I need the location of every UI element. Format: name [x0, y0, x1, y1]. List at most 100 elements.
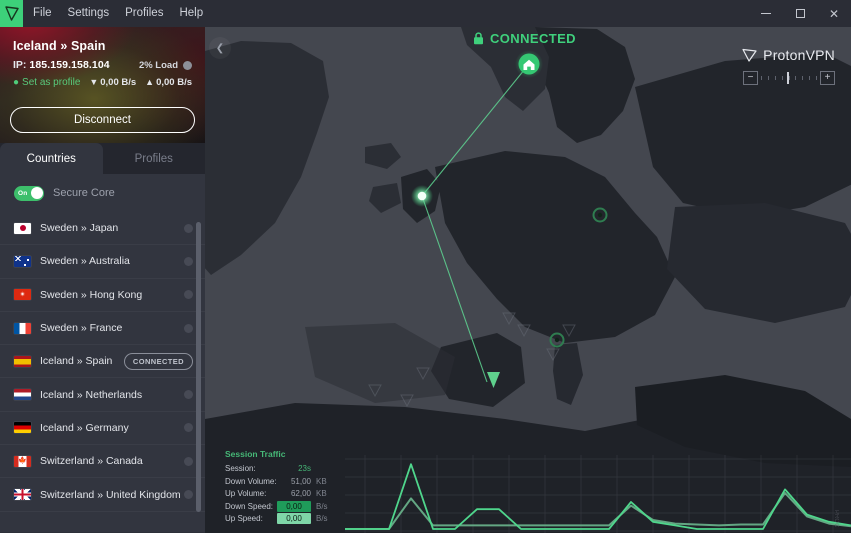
country-row[interactable]: ✴ Sweden » Hong Kong	[0, 279, 205, 312]
zoom-control: − +	[742, 71, 835, 85]
row-load-indicator-icon	[184, 257, 193, 266]
chevron-left-icon[interactable]: ❮	[209, 37, 231, 59]
window-controls: ✕	[749, 0, 851, 27]
session-traffic-value: 23s	[281, 464, 311, 473]
row-load-indicator-icon	[184, 224, 193, 233]
title-bar: File Settings Profiles Help ✕	[0, 0, 851, 27]
maximize-icon[interactable]	[783, 0, 817, 27]
flag-icon-hk: ✴	[14, 289, 31, 300]
flag-icon-au	[14, 256, 31, 267]
session-traffic-unit: B/s	[316, 514, 328, 523]
country-name: Sweden » Hong Kong	[40, 289, 142, 301]
menu-item-settings[interactable]: Settings	[67, 0, 111, 27]
tab-profiles[interactable]: Profiles	[103, 143, 206, 174]
zoom-slider-handle[interactable]	[787, 72, 789, 84]
scrollbar-thumb[interactable]	[196, 222, 201, 512]
session-traffic-label: Up Speed:	[225, 514, 281, 523]
session-traffic-value: 0,00	[277, 501, 311, 512]
protonvpn-window: File Settings Profiles Help ✕ Iceland » …	[0, 0, 851, 533]
country-row[interactable]: Iceland » Netherlands	[0, 378, 205, 411]
flag-icon-de	[14, 422, 31, 433]
server-marker-core-1	[598, 213, 602, 217]
zoom-in-button[interactable]: +	[820, 71, 835, 85]
session-traffic-title: Session Traffic	[225, 449, 343, 459]
map-corner-label: PROC	[833, 510, 839, 527]
zoom-slider[interactable]	[758, 71, 820, 85]
close-icon[interactable]: ✕	[817, 0, 851, 27]
menu-item-help[interactable]: Help	[178, 0, 204, 27]
upload-speed: ▲ 0,00 B/s	[145, 77, 192, 88]
set-as-profile-label: Set as profile	[22, 77, 80, 88]
session-traffic-value: 62,00	[281, 489, 311, 498]
connection-card: Iceland » Spain IP: 185.159.158.104 2% L…	[0, 27, 205, 143]
zoom-out-button[interactable]: −	[743, 71, 758, 85]
country-row[interactable]: 🍁Switzerland » Canada	[0, 445, 205, 478]
country-name: Sweden » Japan	[40, 222, 118, 234]
server-load-text: 2% Load	[139, 60, 178, 71]
protonvpn-mark-icon	[742, 48, 757, 62]
country-row[interactable]: Switzerland » United Kingdom	[0, 478, 205, 511]
country-list: Sweden » Japan Sweden » Australia ✴ Sweden …	[0, 212, 205, 532]
country-row[interactable]: Sweden » Australia	[0, 245, 205, 278]
protonvpn-logo-icon	[0, 0, 23, 27]
server-load: 2% Load	[139, 60, 192, 71]
session-traffic-unit: KB	[316, 477, 327, 486]
ip-value: 185.159.158.104	[29, 59, 109, 71]
disconnect-button[interactable]: Disconnect	[10, 107, 195, 133]
minimize-icon[interactable]	[749, 0, 783, 27]
flag-icon-nl	[14, 389, 31, 400]
sidebar-tabs: Countries Profiles	[0, 143, 205, 174]
world-map[interactable]: ❮ CONNECTED ProtonVPN −	[205, 27, 851, 533]
tab-countries[interactable]: Countries	[0, 143, 103, 174]
country-name: Sweden » France	[40, 322, 122, 334]
session-traffic-value: 0,00	[277, 513, 311, 524]
country-row[interactable]: Iceland » SpainCONNECTED	[0, 345, 205, 378]
flag-icon-jp	[14, 223, 31, 234]
session-traffic-label: Up Volume:	[225, 489, 281, 498]
country-row[interactable]: Iceland » Germany	[0, 412, 205, 445]
row-load-indicator-icon	[184, 324, 193, 333]
flag-icon-gb	[14, 489, 31, 500]
server-load-indicator-icon	[183, 61, 192, 70]
menu-bar: File Settings Profiles Help	[32, 0, 204, 27]
connected-banner: CONNECTED	[473, 31, 576, 46]
menu-item-file[interactable]: File	[32, 0, 53, 27]
session-traffic-unit: B/s	[316, 502, 328, 511]
secure-core-toggle-state: On	[18, 190, 27, 197]
session-traffic-label: Down Speed:	[225, 502, 281, 511]
session-traffic-row: Session:23s	[225, 463, 343, 476]
ip-label: IP:	[13, 59, 26, 71]
relay-node-marker	[418, 192, 427, 201]
download-speed: ▼ 0,00 B/s	[89, 77, 136, 88]
row-load-indicator-icon	[184, 290, 193, 299]
menu-item-profiles[interactable]: Profiles	[124, 0, 164, 27]
session-traffic-row: Up Speed:0,00 B/s	[225, 513, 343, 526]
country-row[interactable]: Sweden » France	[0, 312, 205, 345]
set-as-profile-button[interactable]: ● Set as profile	[13, 77, 80, 88]
flag-icon-es	[14, 356, 31, 367]
session-traffic-value: 51,00	[281, 477, 311, 486]
lock-icon	[473, 32, 484, 45]
session-traffic-label: Down Volume:	[225, 477, 281, 486]
session-traffic-label: Session:	[225, 464, 281, 473]
sidebar: Iceland » Spain IP: 185.159.158.104 2% L…	[0, 27, 205, 533]
row-load-indicator-icon	[184, 490, 193, 499]
speed-readout: ▼ 0,00 B/s ▲ 0,00 B/s	[89, 77, 192, 88]
session-traffic-unit: KB	[316, 489, 327, 498]
session-traffic-row: Down Volume:51,00 KB	[225, 475, 343, 488]
country-name: Iceland » Netherlands	[40, 389, 142, 401]
country-name: Sweden » Australia	[40, 255, 130, 267]
flag-icon-ca: 🍁	[14, 456, 31, 467]
country-row[interactable]: Sweden » Japan	[0, 212, 205, 245]
download-arrow-icon: ▼	[89, 78, 98, 87]
server-marker-core-2	[555, 338, 559, 342]
secure-core-toggle[interactable]: On	[14, 186, 44, 201]
session-traffic-panel: Session Traffic Session:23sDown Volume:5…	[225, 449, 343, 526]
row-load-indicator-icon	[184, 390, 193, 399]
country-name: Switzerland » United Kingdom	[40, 489, 181, 501]
status-badge-connected: CONNECTED	[124, 353, 193, 370]
upload-arrow-icon: ▲	[145, 78, 154, 87]
session-traffic-row: Down Speed:0,00 B/s	[225, 500, 343, 513]
row-load-indicator-icon	[184, 457, 193, 466]
location-pin-icon: ●	[13, 78, 19, 88]
